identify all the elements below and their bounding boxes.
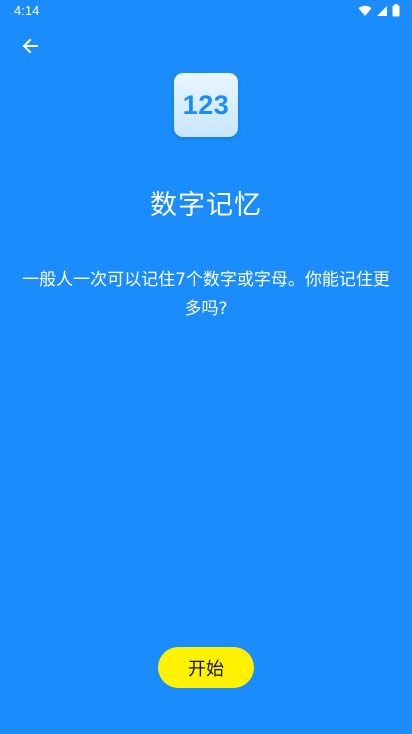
status-time: 4:14 [14, 3, 40, 18]
app-icon-label: 123 [182, 89, 230, 120]
battery-icon [392, 2, 400, 21]
signal-icon [376, 2, 388, 21]
wifi-icon [358, 2, 372, 21]
back-button[interactable] [14, 32, 46, 64]
status-icons [358, 2, 400, 21]
start-button[interactable]: 开始 [158, 647, 254, 688]
page-title: 数字记忆 [150, 190, 262, 221]
arrow-left-icon [21, 37, 39, 59]
app-icon: 123 [174, 73, 238, 137]
status-bar: 4:14 [0, 0, 412, 24]
description-text: 一般人一次可以记住7个数字或字母。你能记住更多吗? [22, 270, 390, 319]
